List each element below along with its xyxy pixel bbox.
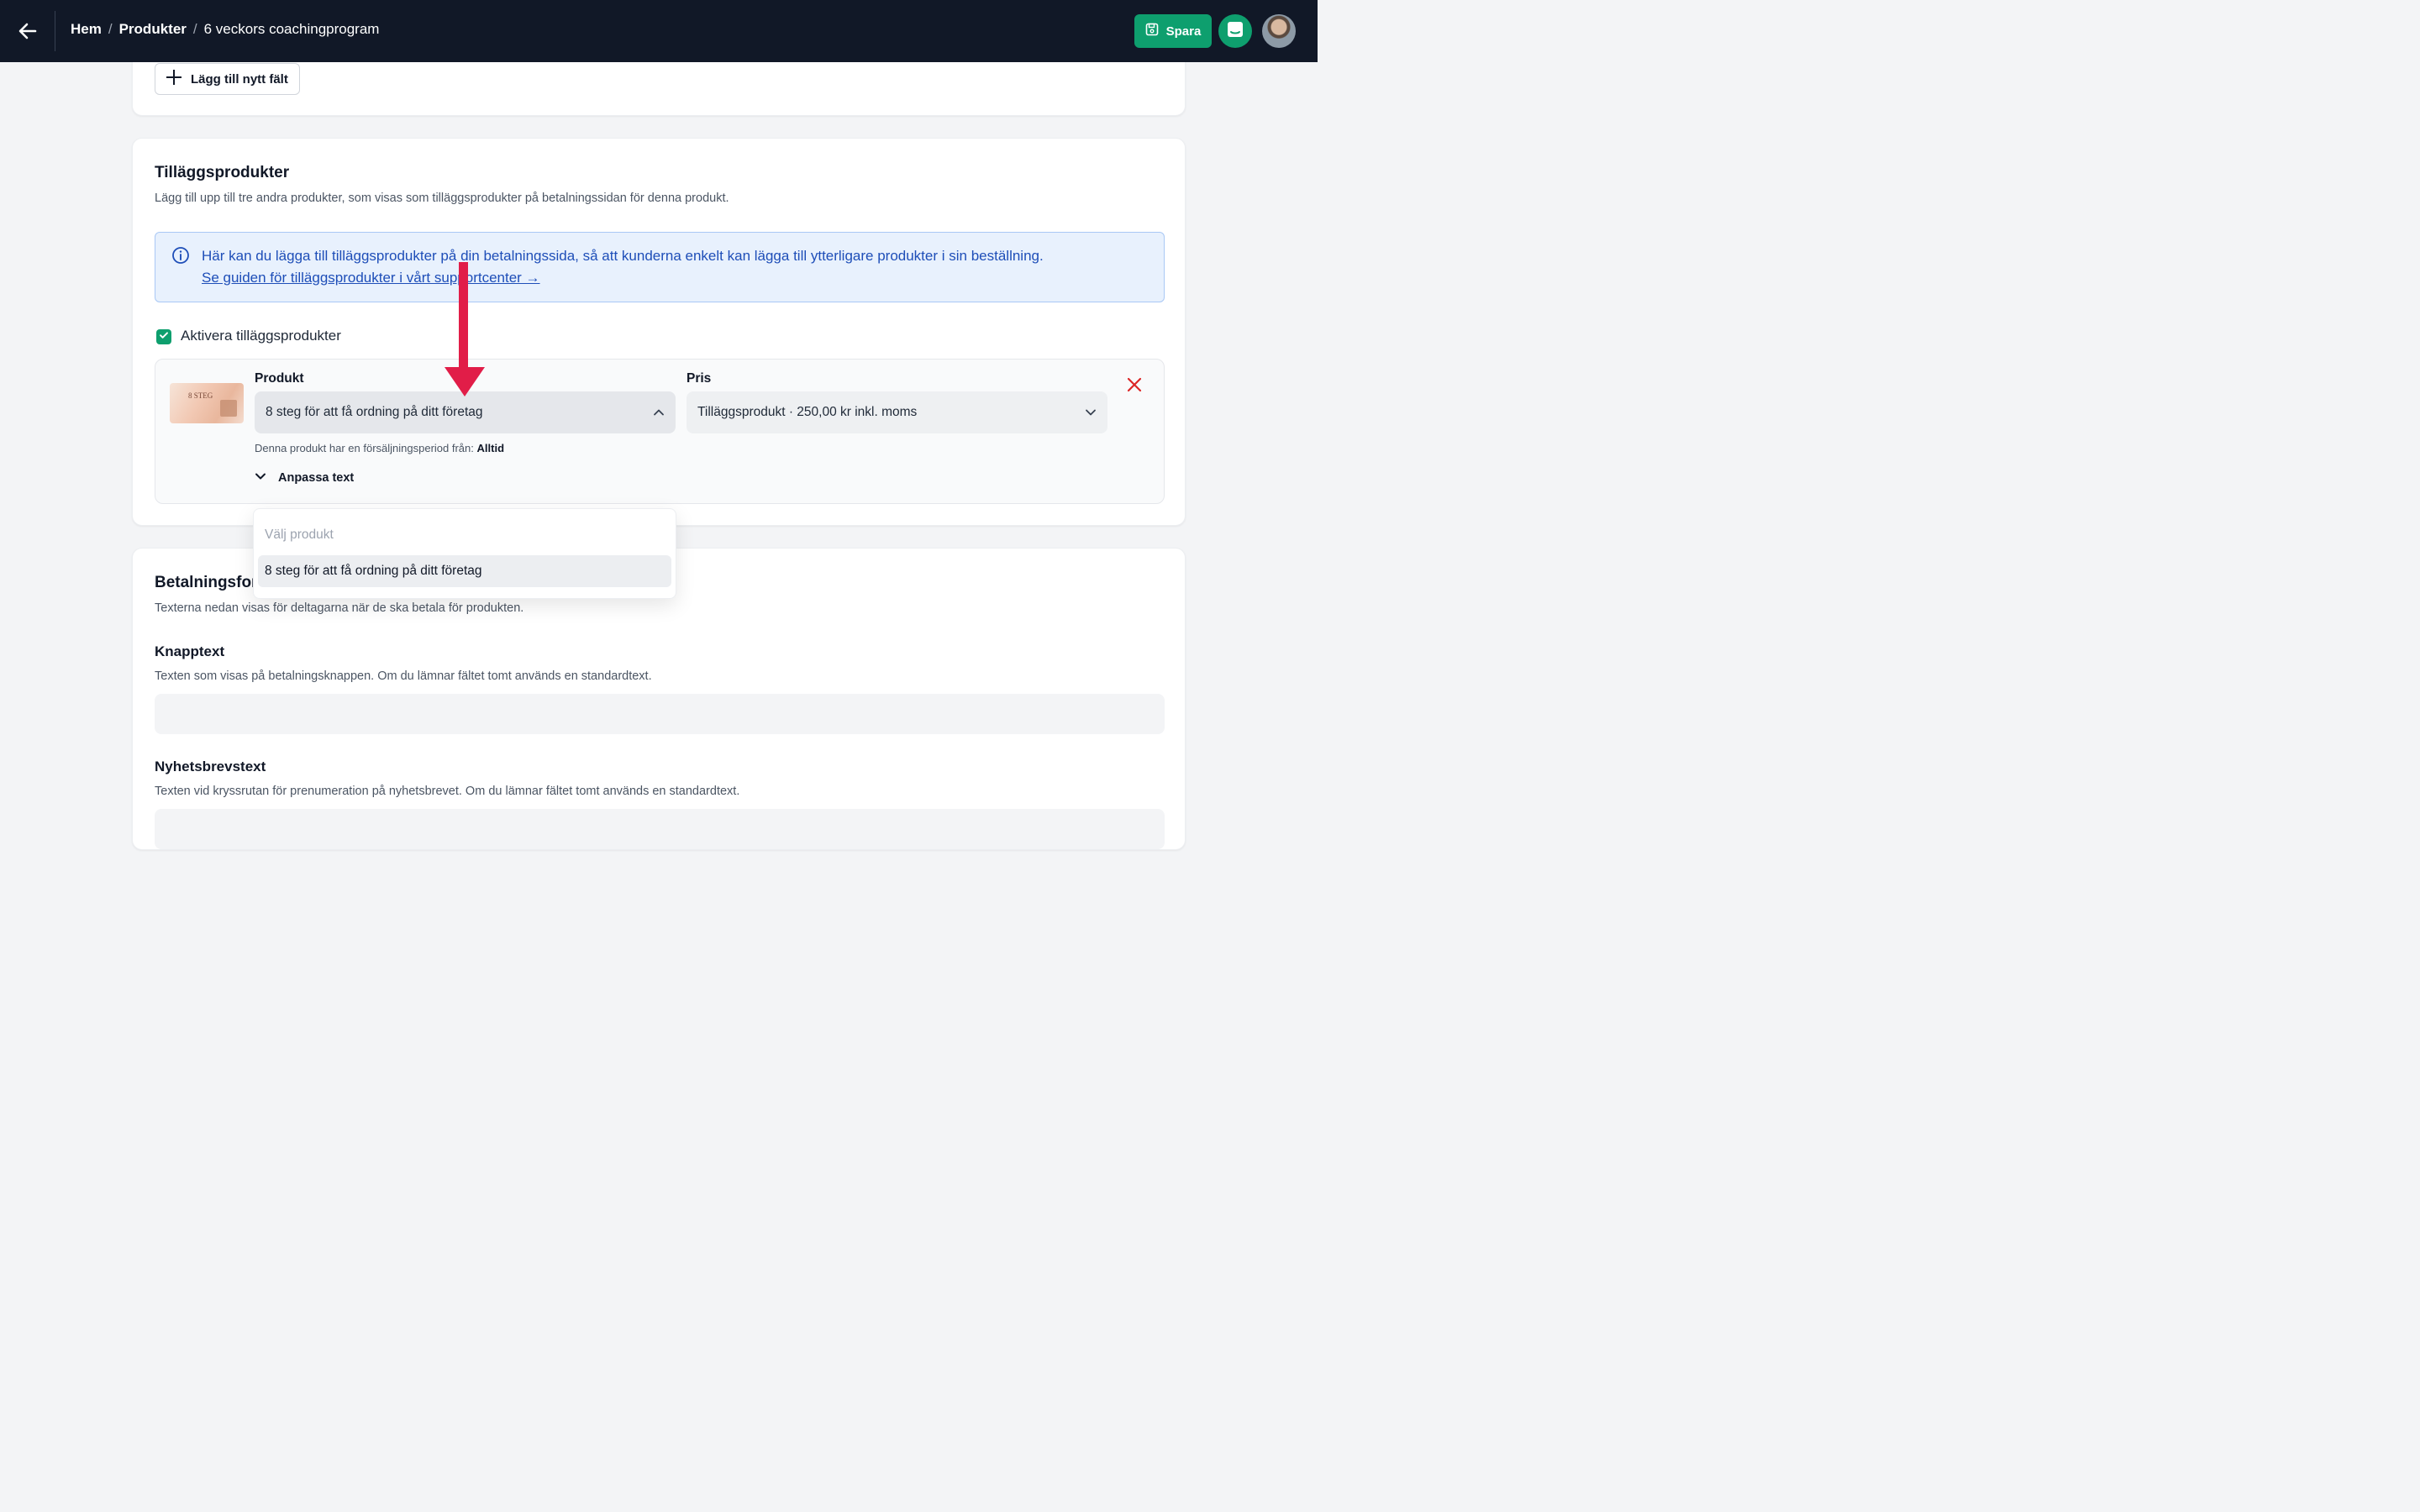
button-text-input[interactable] bbox=[155, 694, 1165, 734]
top-bar: Hem / Produkter/6 veckors coachingprogram … bbox=[0, 0, 1318, 62]
user-avatar[interactable] bbox=[1262, 14, 1296, 48]
addon-product-item: 8 STEG Produkt 8 steg för att få ordning… bbox=[155, 359, 1165, 504]
breadcrumb: Hem / Produkter / 6 veckors coachingprogram bbox=[71, 21, 379, 38]
addons-card: Tilläggsprodukter Lägg till upp till tre… bbox=[132, 138, 1186, 526]
info-icon bbox=[171, 246, 190, 265]
product-thumbnail: 8 STEG bbox=[170, 383, 244, 423]
dropdown-placeholder[interactable]: Välj produkt bbox=[265, 528, 334, 543]
button-text-label: Knapptext bbox=[155, 643, 225, 659]
sale-period-prefix: Denna produkt har en försäljningsperiod … bbox=[255, 442, 474, 454]
price-select-value: Tilläggsprodukt · 250,00 kr inkl. moms bbox=[697, 405, 918, 419]
add-field-label: Lägg till nytt fält bbox=[191, 71, 288, 87]
price-select[interactable]: Tilläggsprodukt · 250,00 kr inkl. moms bbox=[687, 391, 1107, 433]
thumbnail-text: 8 STEG bbox=[188, 391, 213, 400]
section-description: Lägg till upp till tre andra produkter, … bbox=[155, 192, 729, 205]
product-label: Produkt bbox=[255, 371, 304, 386]
customize-text-label: Anpassa text bbox=[278, 471, 355, 485]
button-text-help: Texten som visas på betalningsknappen. O… bbox=[155, 669, 652, 683]
info-alert: Här kan du lägga till tilläggsprodukter … bbox=[155, 232, 1165, 302]
sale-period-note: Denna produkt har en försäljningsperiod … bbox=[255, 442, 504, 454]
price-label: Pris bbox=[687, 371, 712, 386]
chevron-down-icon bbox=[1085, 407, 1097, 418]
breadcrumb-separator: / bbox=[192, 21, 197, 37]
check-icon bbox=[159, 329, 169, 344]
save-label: Spara bbox=[1165, 24, 1202, 39]
section-description: Texterna nedan visas för deltagarna när … bbox=[155, 601, 524, 615]
breadcrumb-separator: / bbox=[108, 21, 113, 37]
save-icon bbox=[1145, 23, 1159, 39]
support-guide-link[interactable]: Se guiden för tilläggsprodukter i vårt s… bbox=[202, 270, 540, 286]
save-button[interactable]: Spara bbox=[1134, 14, 1212, 48]
section-title: Tilläggsprodukter bbox=[155, 164, 290, 181]
product-select-value: 8 steg för att få ordning på ditt företa… bbox=[266, 405, 483, 419]
dropdown-option[interactable]: 8 steg för att få ordning på ditt företa… bbox=[258, 555, 671, 587]
chevron-up-icon bbox=[653, 407, 665, 418]
enable-addons-label[interactable]: Aktivera tilläggsprodukter bbox=[181, 328, 341, 344]
breadcrumb-products[interactable]: Produkter bbox=[119, 21, 187, 37]
product-select[interactable]: 8 steg för att få ordning på ditt företa… bbox=[255, 391, 676, 433]
plus-icon bbox=[166, 69, 182, 89]
back-arrow-icon[interactable] bbox=[15, 18, 40, 44]
inbox-icon bbox=[1227, 21, 1244, 42]
product-dropdown-menu: Välj produkt 8 steg för att få ordning p… bbox=[253, 508, 676, 599]
customize-text-toggle[interactable]: Anpassa text bbox=[255, 470, 354, 486]
breadcrumb-home[interactable]: Hem bbox=[71, 21, 102, 37]
newsletter-text-input[interactable] bbox=[155, 809, 1165, 849]
newsletter-text-label: Nyhetsbrevstext bbox=[155, 759, 266, 774]
info-text: Här kan du lägga till tilläggsprodukter … bbox=[202, 248, 1044, 264]
inbox-button[interactable] bbox=[1218, 14, 1252, 48]
annotation-arrow-icon bbox=[444, 262, 486, 396]
remove-addon-close-icon[interactable] bbox=[1125, 375, 1144, 394]
sale-period-value: Alltid bbox=[476, 442, 505, 454]
add-field-button[interactable]: Lägg till nytt fält bbox=[155, 63, 300, 95]
enable-addons-checkbox[interactable] bbox=[156, 329, 171, 344]
breadcrumb-current: 6 veckors coachingprogram bbox=[203, 21, 380, 37]
chevron-down-icon bbox=[255, 470, 266, 486]
newsletter-text-help: Texten vid kryssrutan för prenumeration … bbox=[155, 785, 740, 798]
